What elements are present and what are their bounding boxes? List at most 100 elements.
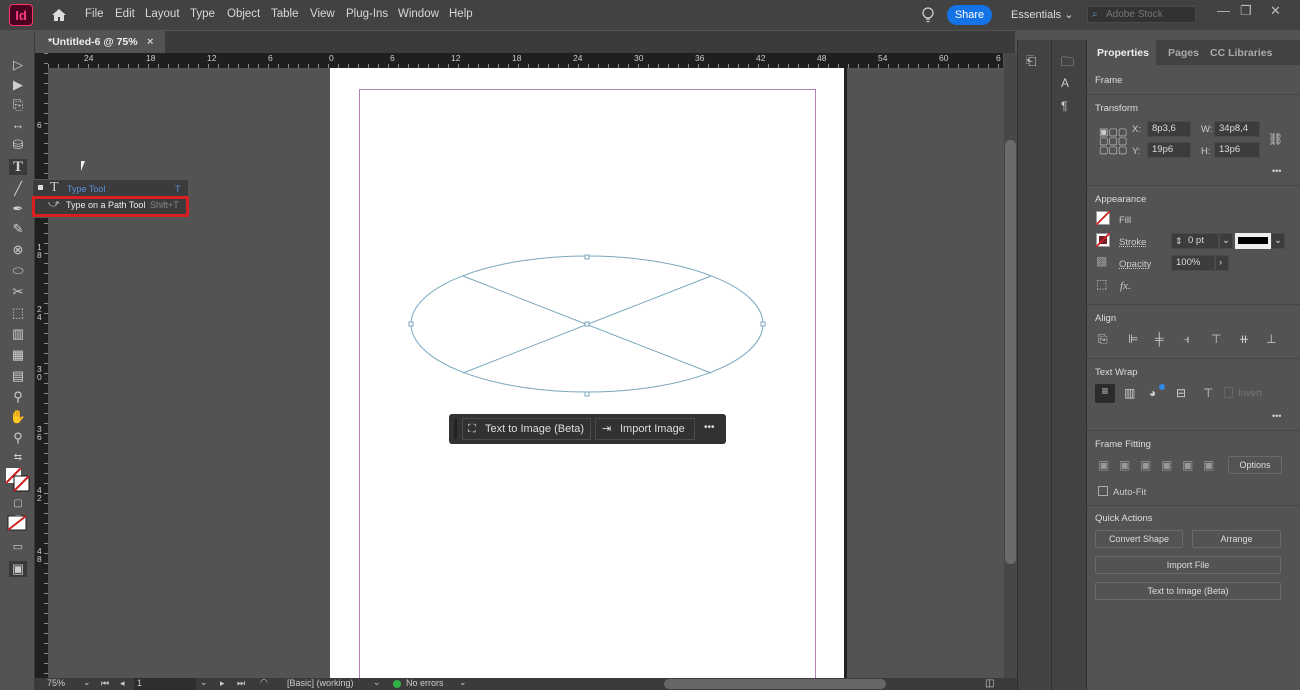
frame-fitting-options-button[interactable]: Options: [1228, 456, 1282, 474]
opacity-slider-toggle[interactable]: ›: [1215, 255, 1229, 271]
ellipse-tool-icon[interactable]: ⬭: [9, 263, 27, 279]
fit-content-proportionally-icon[interactable]: ▣: [1119, 458, 1130, 472]
align-horizontal-centers-icon[interactable]: ╪: [1155, 332, 1164, 346]
import-file-button[interactable]: Import File: [1095, 556, 1281, 574]
selection-handle[interactable]: [408, 321, 414, 327]
flyout-item-type-on-path-tool[interactable]: ⤻ Type on a Path Tool Shift+T: [32, 196, 189, 217]
more-options-icon[interactable]: •••: [704, 422, 715, 433]
stroke-weight-dropdown[interactable]: ⌄: [1219, 233, 1233, 249]
pencil-tool-icon[interactable]: ✎: [9, 221, 27, 237]
document-tab[interactable]: *Untitled-6 @ 75% ×: [35, 31, 165, 53]
x-field[interactable]: 8p3,6: [1147, 121, 1191, 137]
width-field[interactable]: 34p8,4: [1214, 121, 1260, 137]
previous-page-icon[interactable]: ◂: [120, 678, 125, 689]
align-vertical-centers-icon[interactable]: ⧺: [1239, 332, 1249, 346]
page-number-field[interactable]: 1: [134, 678, 196, 690]
page-tool-icon[interactable]: ⎘: [9, 97, 27, 113]
import-image-button[interactable]: ⇥ Import Image: [595, 418, 695, 440]
line-tool-icon[interactable]: ╱: [9, 181, 27, 197]
selection-tool-icon[interactable]: ▷: [9, 57, 27, 73]
eyedropper-tool-icon[interactable]: ⚲: [9, 389, 27, 405]
stroke-type-dropdown[interactable]: ⌄: [1271, 233, 1285, 249]
auto-fit-checkbox[interactable]: [1098, 486, 1108, 496]
home-icon[interactable]: [51, 7, 67, 23]
free-transform-tool-icon[interactable]: ⬚: [9, 305, 27, 321]
more-options-icon[interactable]: •••: [1272, 411, 1281, 421]
align-bottom-edges-icon[interactable]: ⊥: [1266, 332, 1276, 346]
tab-pages[interactable]: Pages: [1168, 47, 1199, 59]
close-window-icon[interactable]: ✕: [1270, 3, 1281, 19]
opacity-label[interactable]: Opacity: [1119, 259, 1151, 270]
invert-checkbox[interactable]: [1224, 387, 1233, 398]
opacity-field[interactable]: 100%: [1171, 255, 1215, 271]
horizontal-scroll-thumb[interactable]: [664, 679, 886, 689]
text-to-image-button[interactable]: ⛶ Text to Image (Beta): [462, 418, 591, 440]
text-to-image-button[interactable]: Text to Image (Beta): [1095, 582, 1281, 600]
zoom-tool-icon[interactable]: ⚲: [9, 430, 27, 446]
jump-to-next-column-icon[interactable]: ⊤: [1203, 386, 1213, 400]
stepper-icon[interactable]: ⇕: [1175, 234, 1183, 248]
page-dropdown-icon[interactable]: ⌄: [200, 677, 208, 688]
menu-object[interactable]: Object: [227, 8, 260, 20]
type-tool-icon[interactable]: T: [9, 159, 27, 175]
ellipse-frame-tool-icon[interactable]: ⊗: [9, 242, 27, 258]
stroke-weight-field[interactable]: ⇕ 0 pt: [1171, 233, 1219, 249]
no-text-wrap-icon[interactable]: ≡: [1095, 384, 1115, 403]
zoom-dropdown-icon[interactable]: ⌄: [83, 677, 91, 688]
center-point-handle[interactable]: [584, 321, 590, 327]
pages-history-icon[interactable]: ⎗: [1026, 53, 1036, 69]
wrap-object-shape-icon[interactable]: ◕: [1149, 386, 1156, 400]
direct-selection-tool-icon[interactable]: ▶: [9, 77, 27, 93]
flyout-item-type-tool[interactable]: Type Tool: [67, 184, 105, 194]
fill-stroke-swatch-icon[interactable]: [5, 467, 31, 493]
reference-point-icon[interactable]: ▣▢▢ ▢▢▢ ▢▢▢: [1099, 128, 1127, 156]
restore-icon[interactable]: ❐: [1240, 3, 1252, 19]
selection-handle[interactable]: [584, 391, 590, 397]
tab-cc-libraries[interactable]: CC Libraries: [1210, 47, 1272, 59]
selection-handle[interactable]: [760, 321, 766, 327]
vertical-scroll-thumb[interactable]: [1005, 140, 1016, 564]
convert-shape-button[interactable]: Convert Shape: [1095, 530, 1183, 548]
content-aware-fit-icon[interactable]: ▣: [1203, 458, 1214, 472]
jump-object-icon[interactable]: ⊟: [1176, 386, 1186, 400]
drag-handle[interactable]: [454, 419, 457, 439]
hand-tool-icon[interactable]: ✋: [9, 409, 27, 425]
minimize-icon[interactable]: —: [1217, 3, 1230, 18]
effects-fx-button[interactable]: fx.: [1120, 280, 1131, 292]
selection-handle[interactable]: [584, 254, 590, 260]
adobe-stock-search[interactable]: ⌕ Adobe Stock: [1087, 6, 1196, 23]
menu-window[interactable]: Window: [398, 8, 439, 20]
stroke-type-swatch[interactable]: [1235, 233, 1271, 249]
preflight-profile[interactable]: [Basic] (working): [287, 678, 354, 688]
y-field[interactable]: 19p6: [1147, 142, 1191, 158]
content-collector-icon[interactable]: ⛁: [9, 137, 27, 153]
swap-colors-icon[interactable]: ⇆: [9, 450, 27, 466]
ellipse-frame[interactable]: [405, 252, 771, 400]
center-content-icon[interactable]: ▣: [1182, 458, 1193, 472]
tab-properties[interactable]: Properties: [1097, 47, 1149, 59]
formatting-container-icon[interactable]: ▢ T: [9, 496, 27, 525]
split-view-icon[interactable]: ◫: [985, 678, 994, 689]
fill-swatch-icon[interactable]: [1096, 211, 1110, 225]
first-page-icon[interactable]: ⏮: [101, 678, 109, 689]
menu-edit[interactable]: Edit: [115, 8, 135, 20]
note-tool-icon[interactable]: ▤: [9, 368, 27, 384]
menu-type[interactable]: Type: [190, 8, 215, 20]
gradient-feather-tool-icon[interactable]: ▦: [9, 347, 27, 363]
wrap-bounding-box-icon[interactable]: ▥: [1124, 386, 1135, 400]
align-left-edges-icon[interactable]: ⊫: [1128, 332, 1138, 346]
stroke-label[interactable]: Stroke: [1119, 237, 1146, 248]
last-page-icon[interactable]: ⏭: [237, 678, 245, 689]
menu-layout[interactable]: Layout: [145, 8, 180, 20]
fill-frame-proportionally-icon[interactable]: ▣: [1098, 458, 1109, 472]
next-page-icon[interactable]: ▸: [220, 678, 225, 689]
fit-content-to-frame-icon[interactable]: ▣: [1161, 458, 1172, 472]
menu-help[interactable]: Help: [449, 8, 473, 20]
apply-none-icon[interactable]: [7, 515, 27, 531]
view-mode-icon[interactable]: ▣: [9, 561, 27, 577]
align-top-edges-icon[interactable]: ⊤: [1211, 332, 1221, 346]
zoom-level[interactable]: 75%: [47, 678, 65, 688]
align-to-selection-icon[interactable]: ⎘: [1098, 332, 1108, 347]
fit-frame-to-content-icon[interactable]: ▣: [1140, 458, 1151, 472]
height-field[interactable]: 13p6: [1214, 142, 1260, 158]
